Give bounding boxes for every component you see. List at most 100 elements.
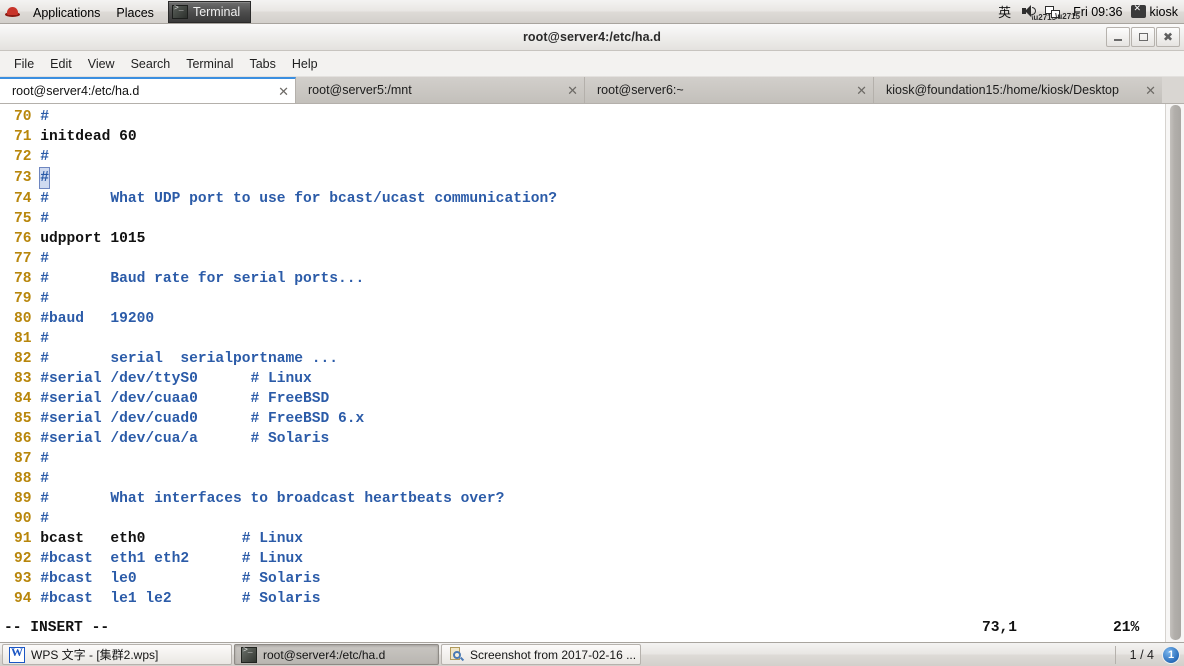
menu-edit[interactable]: Edit: [42, 54, 80, 74]
close-button[interactable]: ✖: [1156, 27, 1180, 47]
code-line: 84 #serial /dev/cuaa0 # FreeBSD: [14, 389, 557, 409]
places-menu[interactable]: Places: [108, 1, 162, 23]
code-text: #: [40, 109, 50, 125]
scrollbar-thumb[interactable]: [1170, 105, 1181, 640]
code-line: 73 #: [14, 167, 557, 189]
tab-server6[interactable]: root@server6:~ ✕: [585, 77, 874, 103]
line-number: 93: [14, 571, 41, 587]
panel-window-terminal[interactable]: Terminal: [167, 0, 252, 23]
code-text: #: [40, 331, 50, 347]
user-icon: [1130, 3, 1146, 18]
line-number: 82: [14, 351, 41, 367]
network-disconnected-icon[interactable]: \u2715: [1043, 2, 1080, 22]
minimize-button[interactable]: [1106, 27, 1130, 47]
menu-tabs[interactable]: Tabs: [241, 54, 283, 74]
taskbar-item-label: Screenshot from 2017-02-16 ...: [470, 647, 637, 662]
terminal-content[interactable]: 70 #71 initdead 60 72 #73 #74 # What UDP …: [0, 104, 1184, 642]
terminal-window: root@server4:/etc/ha.d ✖ File Edit View …: [0, 24, 1184, 642]
vim-buffer[interactable]: 70 #71 initdead 60 72 #73 #74 # What UDP …: [0, 104, 557, 609]
panel-window-label: Terminal: [192, 4, 241, 19]
line-number: 86: [14, 431, 41, 447]
tab-server4[interactable]: root@server4:/etc/ha.d ✕: [0, 77, 296, 103]
tab-label: kiosk@foundation15:/home/kiosk/Desktop: [886, 83, 1119, 97]
code-line: 91 bcast eth0 # Linux: [14, 529, 557, 549]
line-number: 92: [14, 551, 41, 567]
scroll-percent: 21%: [1113, 620, 1140, 636]
terminal-scrollbar[interactable]: [1165, 104, 1184, 642]
code-text: udpport 1015: [40, 231, 146, 247]
input-method-indicator[interactable]: 英: [992, 2, 1017, 21]
code-text: initdead 60: [40, 129, 137, 145]
applications-menu[interactable]: Applications: [25, 1, 108, 23]
line-number: 72: [14, 149, 41, 165]
menu-search[interactable]: Search: [123, 54, 179, 74]
taskbar-item-wps[interactable]: WPS 文字 - [集群2.wps]: [2, 644, 232, 665]
tab-foundation15[interactable]: kiosk@foundation15:/home/kiosk/Desktop ✕: [874, 77, 1162, 103]
tab-label: root@server6:~: [597, 83, 684, 97]
line-number: 90: [14, 511, 41, 527]
window-title: root@server4:/etc/ha.d: [522, 30, 662, 44]
taskbar-item-screenshot[interactable]: Screenshot from 2017-02-16 ...: [441, 644, 641, 665]
tab-label: root@server5:/mnt: [308, 83, 412, 97]
top-panel: Applications Places Terminal 英 \u2715 \u…: [0, 0, 1184, 24]
code-text: # Baud rate for serial ports...: [40, 271, 365, 287]
taskbar-item-terminal[interactable]: root@server4:/etc/ha.d: [234, 644, 439, 665]
code-text: #: [40, 211, 50, 227]
menu-view[interactable]: View: [80, 54, 123, 74]
line-number: 76: [14, 231, 41, 247]
code-line: 83 #serial /dev/ttyS0 # Linux: [14, 369, 557, 389]
code-line: 89 # What interfaces to broadcast heartb…: [14, 489, 557, 509]
taskbar-divider: [1114, 645, 1116, 664]
code-text: #: [40, 511, 50, 527]
code-text: #serial /dev/ttyS0 # Linux: [40, 371, 312, 387]
line-number: 70: [14, 109, 41, 125]
code-text: #: [40, 291, 50, 307]
tab-label: root@server4:/etc/ha.d: [12, 84, 140, 98]
maximize-button[interactable]: [1131, 27, 1155, 47]
line-number: 77: [14, 251, 41, 267]
line-number: 73: [14, 170, 41, 186]
line-number: 79: [14, 291, 41, 307]
tab-close-icon[interactable]: ✕: [1135, 84, 1156, 97]
image-viewer-icon: [448, 646, 465, 663]
window-titlebar[interactable]: root@server4:/etc/ha.d ✖: [0, 24, 1184, 51]
line-number: 71: [14, 129, 41, 145]
top-panel-left: Applications Places Terminal: [0, 0, 252, 24]
workspace-badge[interactable]: 1: [1162, 645, 1180, 664]
code-text: #serial /dev/cuaa0 # FreeBSD: [40, 391, 330, 407]
line-number: 83: [14, 371, 41, 387]
line-number: 80: [14, 311, 41, 327]
code-text: #: [40, 471, 50, 487]
code-text: #serial /dev/cua/a # Solaris: [40, 431, 330, 447]
menu-terminal[interactable]: Terminal: [178, 54, 241, 74]
code-line: 72 #: [14, 147, 557, 167]
menu-help[interactable]: Help: [284, 54, 326, 74]
tab-server5[interactable]: root@server5:/mnt ✕: [296, 77, 585, 103]
volume-muted-icon[interactable]: \u2715: [1019, 2, 1056, 22]
code-line: 75 #: [14, 209, 557, 229]
username-label[interactable]: kiosk: [1150, 5, 1178, 19]
window-controls: ✖: [1105, 27, 1180, 47]
tab-close-icon[interactable]: ✕: [557, 84, 578, 97]
code-text: bcast eth0: [40, 531, 242, 547]
line-number: 87: [14, 451, 41, 467]
code-line: 71 initdead 60: [14, 127, 557, 147]
line-number: 81: [14, 331, 41, 347]
redhat-logo-icon[interactable]: [4, 3, 21, 20]
code-line: 81 #: [14, 329, 557, 349]
line-number: 75: [14, 211, 41, 227]
text-cursor: #: [39, 167, 51, 189]
menu-file[interactable]: File: [6, 54, 42, 74]
vim-mode-indicator: -- INSERT --: [4, 620, 110, 636]
tab-bar: root@server4:/etc/ha.d ✕ root@server5:/m…: [0, 77, 1184, 104]
tab-close-icon[interactable]: ✕: [846, 84, 867, 97]
line-number: 85: [14, 411, 41, 427]
code-line: 86 #serial /dev/cua/a # Solaris: [14, 429, 557, 449]
code-text: # Linux: [241, 531, 304, 547]
workspace-counter[interactable]: 1 / 4: [1124, 648, 1160, 662]
line-number: 84: [14, 391, 41, 407]
top-panel-right: 英 \u2715 \u2715 Fri 09:36 kiosk: [992, 0, 1184, 24]
tab-close-icon[interactable]: ✕: [268, 85, 289, 98]
menubar: File Edit View Search Terminal Tabs Help: [0, 51, 1184, 77]
line-number: 91: [14, 531, 41, 547]
